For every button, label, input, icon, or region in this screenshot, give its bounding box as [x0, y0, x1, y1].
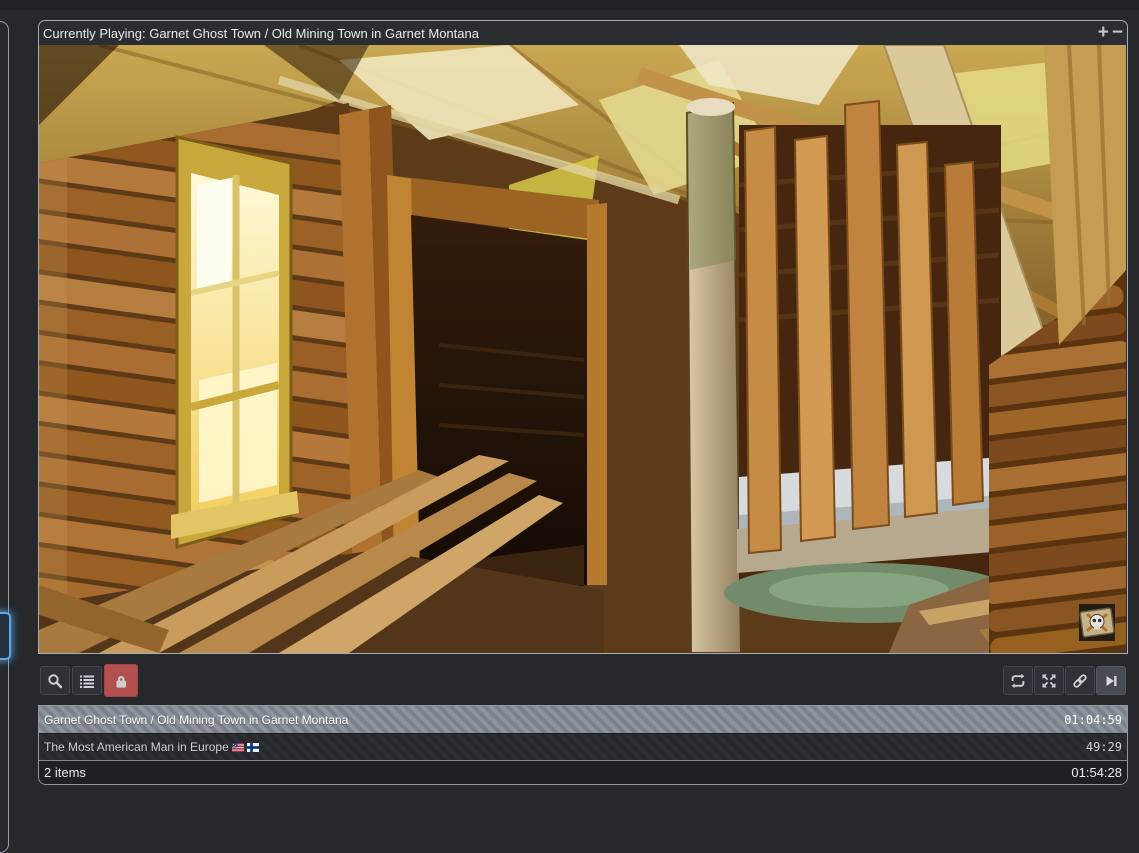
pirate-flag-thumbnail	[1079, 604, 1115, 641]
focused-side-control[interactable]	[0, 612, 11, 660]
link-icon	[1072, 673, 1088, 689]
playlist-item-duration: 01:04:59	[1064, 713, 1122, 727]
video-frame[interactable]	[39, 45, 1126, 653]
lock-button[interactable]	[104, 664, 138, 697]
link-button[interactable]	[1065, 666, 1095, 695]
playlist-panel: Garnet Ghost Town / Old Mining Town in G…	[38, 705, 1128, 785]
skip-next-icon	[1103, 673, 1119, 689]
playlist-item-count: 2 items	[44, 765, 86, 780]
skip-next-button[interactable]	[1096, 666, 1126, 695]
playlist-item-title: Garnet Ghost Town / Old Mining Town in G…	[44, 713, 348, 727]
grow-button[interactable]: +	[1098, 24, 1109, 42]
playlist-total-duration: 01:54:28	[1071, 765, 1122, 780]
search-button[interactable]	[40, 666, 70, 695]
window-top-strip	[0, 0, 1139, 10]
playlist-item-title: The Most American Man in Europe	[44, 740, 259, 754]
now-playing-title: Currently Playing: Garnet Ghost Town / O…	[43, 26, 479, 41]
us-flag-icon	[232, 743, 244, 752]
playlist-toolbar-right	[1003, 664, 1126, 697]
playlist-footer: 2 items 01:54:28	[39, 760, 1127, 784]
lock-icon	[113, 673, 129, 689]
video-scene-cabin-interior	[39, 45, 1126, 653]
finland-flag-icon	[247, 743, 259, 752]
playlist-toolbar-left	[40, 664, 138, 697]
player-window: Currently Playing: Garnet Ghost Town / O…	[38, 20, 1128, 654]
playlist-view-button[interactable]	[72, 666, 102, 695]
playlist-icon	[79, 673, 95, 689]
fullscreen-button[interactable]	[1034, 666, 1064, 695]
playlist-item-duration: 49:29	[1086, 740, 1122, 754]
shrink-button[interactable]: −	[1112, 24, 1123, 42]
player-titlebar: Currently Playing: Garnet Ghost Town / O…	[39, 21, 1127, 45]
repeat-icon	[1010, 673, 1026, 689]
fullscreen-icon	[1041, 673, 1057, 689]
collapsed-side-panel[interactable]	[0, 21, 9, 853]
search-icon	[47, 673, 63, 689]
playlist-row[interactable]: The Most American Man in Europe 49:29	[39, 734, 1127, 760]
playlist-row-current[interactable]: Garnet Ghost Town / Old Mining Town in G…	[39, 706, 1127, 734]
repeat-button[interactable]	[1003, 666, 1033, 695]
player-window-controls: + −	[1098, 24, 1123, 42]
